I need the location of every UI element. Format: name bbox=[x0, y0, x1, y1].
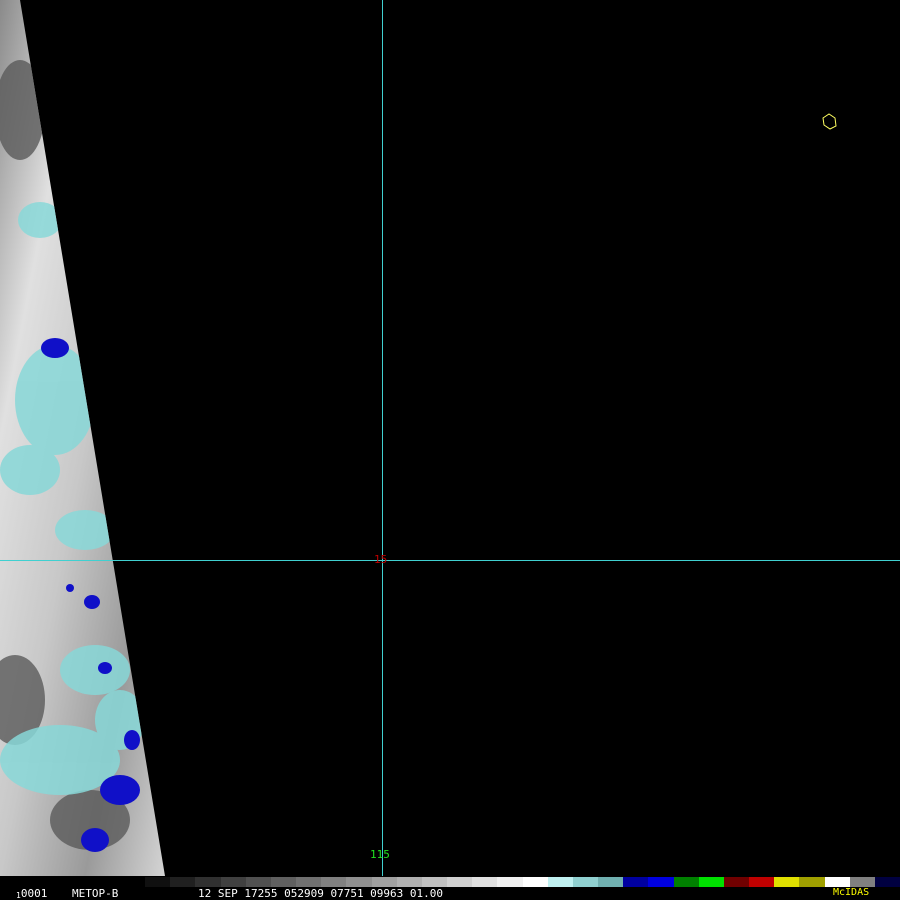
color-scale-segment bbox=[824, 877, 850, 887]
color-scale-segment bbox=[497, 877, 523, 887]
color-scale-segment bbox=[145, 877, 171, 887]
color-scale-segment bbox=[698, 877, 724, 887]
color-scale-segment bbox=[346, 877, 372, 887]
color-scale-segment bbox=[396, 877, 422, 887]
color-scale-segment bbox=[749, 877, 775, 887]
color-scale-segment bbox=[874, 877, 900, 887]
color-scale-segment bbox=[472, 877, 498, 887]
color-scale-segment bbox=[220, 877, 246, 887]
image-datetime: 12 SEP 17255 052909 07751 09963 01.00 bbox=[198, 887, 444, 900]
color-scale-segment bbox=[849, 877, 875, 887]
software-label: McIDAS bbox=[833, 887, 870, 898]
color-scale-segment bbox=[648, 877, 674, 887]
longitude-label: 115 bbox=[370, 848, 390, 861]
color-scale-segment bbox=[522, 877, 548, 887]
color-scale-segment bbox=[547, 877, 573, 887]
color-scale-segment bbox=[296, 877, 322, 887]
color-scale-segment bbox=[799, 877, 825, 887]
color-scale-segment bbox=[270, 877, 297, 887]
satellite-image-viewport: 15 115 bbox=[0, 0, 900, 876]
color-scale-segment bbox=[723, 877, 750, 887]
color-scale-segment bbox=[673, 877, 699, 887]
color-scale-segment bbox=[245, 877, 271, 887]
color-scale-segment bbox=[774, 877, 800, 887]
color-scale-segment bbox=[572, 877, 599, 887]
satellite-swath bbox=[0, 0, 165, 876]
color-scale-segment bbox=[447, 877, 473, 887]
color-scale-segment bbox=[170, 877, 196, 887]
latitude-label: 15 bbox=[374, 553, 388, 566]
island-coastline bbox=[822, 113, 837, 130]
satellite-name: METOP-B bbox=[72, 887, 119, 900]
color-scale-segment bbox=[623, 877, 649, 887]
color-scale-segment bbox=[598, 877, 624, 887]
color-scale-segment bbox=[321, 877, 347, 887]
frame-number: 10001 bbox=[16, 887, 47, 900]
color-scale-segment bbox=[195, 877, 221, 887]
color-scale-segment bbox=[371, 877, 397, 887]
color-scale-segment bbox=[421, 877, 448, 887]
frame-number-value: 0001 bbox=[20, 887, 48, 900]
enhancement-color-scale bbox=[145, 877, 900, 887]
satellite-imagery bbox=[0, 0, 900, 876]
